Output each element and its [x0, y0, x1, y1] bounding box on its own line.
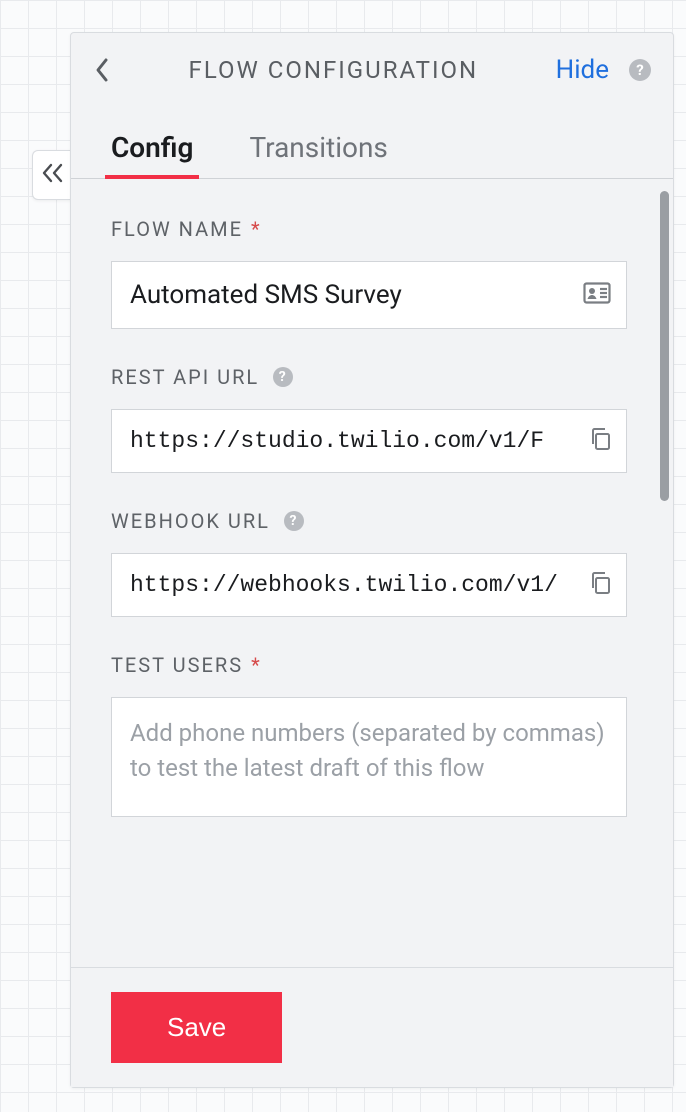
panel-collapse-handle[interactable] — [32, 150, 72, 200]
webhook-url-label-text: WEBHOOK URL — [111, 509, 270, 533]
back-button[interactable] — [93, 56, 111, 84]
scrollbar-thumb[interactable] — [660, 191, 669, 501]
flow-name-label-text: FLOW NAME — [111, 217, 243, 241]
rest-api-url-field[interactable]: https://studio.twilio.com/v1/F — [111, 409, 627, 473]
help-icon[interactable]: ? — [273, 367, 293, 387]
test-users-textarea[interactable]: Add phone numbers (separated by commas) … — [111, 697, 627, 817]
test-users-input-wrap: Add phone numbers (separated by commas) … — [111, 697, 627, 817]
save-button[interactable]: Save — [111, 992, 282, 1063]
chevron-double-left-icon — [40, 162, 66, 188]
required-marker: * — [251, 653, 262, 677]
tabs: Config Transitions — [71, 103, 673, 179]
contact-card-icon[interactable] — [583, 282, 611, 308]
webhook-url-input-wrap: https://webhooks.twilio.com/v1/ — [111, 553, 627, 617]
webhook-url-field[interactable]: https://webhooks.twilio.com/v1/ — [111, 553, 627, 617]
flow-name-input[interactable] — [111, 261, 627, 329]
panel-title: FLOW CONFIGURATION — [125, 56, 542, 84]
tab-transitions[interactable]: Transitions — [249, 131, 387, 178]
hide-button[interactable]: Hide — [556, 55, 609, 85]
rest-api-url-label: REST API URL ? — [111, 365, 627, 389]
copy-icon[interactable] — [589, 427, 611, 455]
panel-footer: Save — [71, 967, 673, 1087]
flow-name-input-wrap — [111, 261, 627, 329]
rest-api-url-label-text: REST API URL — [111, 365, 259, 389]
copy-icon[interactable] — [589, 571, 611, 599]
required-marker: * — [251, 217, 262, 241]
form-scroll-area: FLOW NAME * REST API URL ? https://studi — [71, 179, 673, 967]
help-icon[interactable]: ? — [629, 59, 651, 81]
chevron-left-icon — [93, 56, 111, 84]
flow-name-label: FLOW NAME * — [111, 217, 627, 241]
test-users-label-text: TEST USERS — [111, 653, 243, 677]
config-panel: FLOW CONFIGURATION Hide ? Config Transit… — [70, 32, 674, 1088]
test-users-label: TEST USERS * — [111, 653, 627, 677]
panel-header: FLOW CONFIGURATION Hide ? — [71, 33, 673, 103]
webhook-url-label: WEBHOOK URL ? — [111, 509, 627, 533]
rest-api-url-input-wrap: https://studio.twilio.com/v1/F — [111, 409, 627, 473]
help-icon[interactable]: ? — [284, 511, 304, 531]
tab-config[interactable]: Config — [111, 131, 193, 178]
